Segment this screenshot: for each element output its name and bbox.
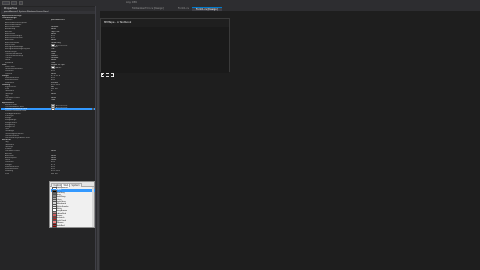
start-button[interactable] <box>19 0 23 5</box>
solution-config-dropdown[interactable] <box>2 0 10 5</box>
resize-handle[interactable] <box>112 73 114 75</box>
property-value[interactable]: 90, 20 <box>51 173 95 175</box>
form-title: MMTape - A Textbook <box>101 19 229 27</box>
resize-handle[interactable] <box>112 75 114 77</box>
properties-panel: Properties panelAnswer1 System.Windows.F… <box>0 6 96 270</box>
selected-control[interactable] <box>101 73 114 77</box>
property-row[interactable]: Size 90, 20 <box>1 173 95 175</box>
color-name: DarkRed <box>56 224 65 227</box>
color-list: Transparent Black DimGray Gray DarkGray Silve… <box>51 187 95 229</box>
resize-handle[interactable] <box>101 75 103 77</box>
form-client-area[interactable] <box>101 27 229 73</box>
config-label: Any CPU <box>126 1 138 4</box>
designer-form[interactable]: MMTape - A Textbook <box>100 18 230 73</box>
property-grid: ApplicationSettings (DataBindings) (Name) p… <box>1 15 95 175</box>
tab-system[interactable]: System <box>69 182 83 187</box>
property-name: Size <box>5 172 10 175</box>
property-grid-scrollbar[interactable] <box>96 40 99 270</box>
resize-handle[interactable] <box>101 73 103 75</box>
object-selector[interactable]: panelAnswer1 System.Windows.Forms.Panel <box>1 11 95 14</box>
object-name: panelAnswer1 System.Windows.Forms.Panel <box>4 11 49 13</box>
platform-dropdown[interactable] <box>11 0 17 5</box>
color-list-scrollbar[interactable] <box>91 187 94 227</box>
color-picker-popup: Custom Web System Transparent Black DimGra… <box>49 181 95 229</box>
property-value-text: 90, 20 <box>51 172 58 175</box>
color-item[interactable]: DarkRed <box>51 224 95 229</box>
